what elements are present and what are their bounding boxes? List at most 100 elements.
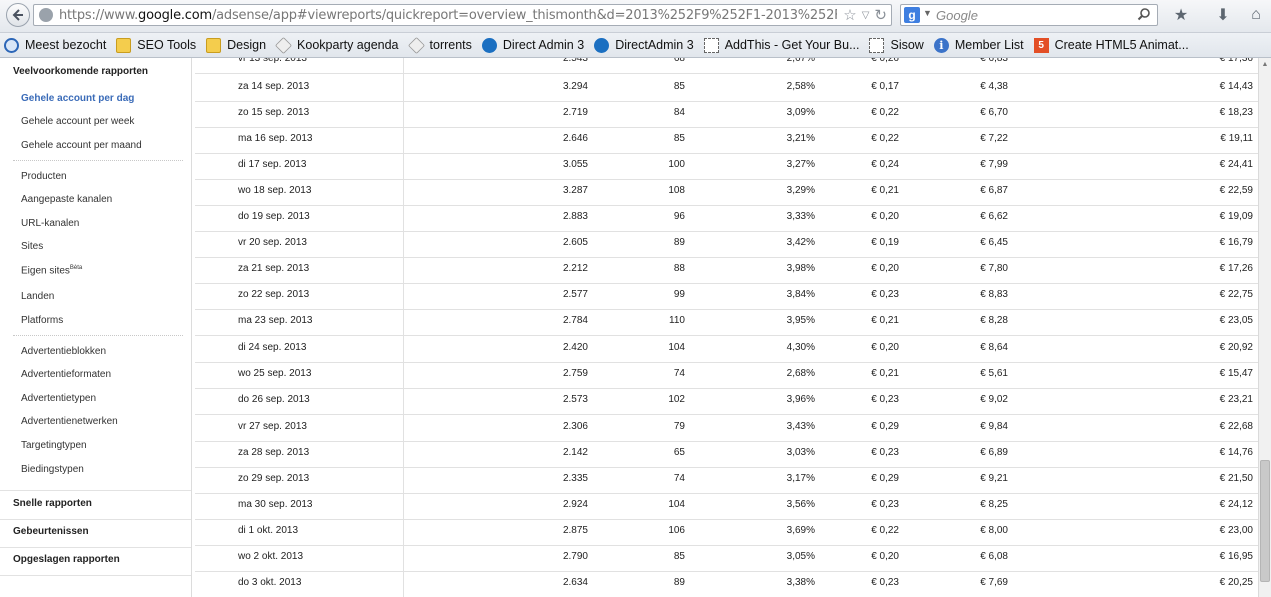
sidebar-item-custom-channels[interactable]: Aangepaste kanalen [21,194,112,205]
earnings-cell: € 14,76 [1219,447,1253,458]
bookmark-directadmin[interactable]: DirectAdmin 3 [594,37,694,53]
search-icon[interactable] [1137,7,1151,26]
bookmark-meest-bezocht[interactable]: Meest bezocht [4,37,106,53]
history-dropdown-icon[interactable]: ▽ [862,10,870,21]
bookmark-star-icon[interactable]: ☆ [843,6,856,24]
address-bar[interactable]: https://www.google.com/adsense/app#viewr… [33,4,892,26]
rpm-cell: € 6,08 [980,551,1008,562]
earnings-cell: € 16,79 [1219,237,1253,248]
sidebar-section-divider [0,490,191,491]
back-button[interactable] [6,3,30,27]
bookmark-kookparty[interactable]: Kookparty agenda [275,36,399,54]
sidebar-item-account-per-day[interactable]: Gehele account per dag [21,93,134,104]
common-reports-heading[interactable]: Veelvoorkomende rapporten [13,66,148,77]
tag-icon [407,36,425,54]
rpm-cell: € 8,28 [980,315,1008,326]
sidebar-item-ad-networks[interactable]: Advertentienetwerken [21,416,118,427]
sidebar-item-bid-types[interactable]: Biedingstypen [21,464,84,475]
rpm-cell: € 9,02 [980,394,1008,405]
bookmark-seo-tools[interactable]: SEO Tools [116,37,196,53]
saved-reports-heading[interactable]: Opgeslagen rapporten [13,554,120,565]
sidebar-item-sites[interactable]: Sites [21,241,43,252]
url-text: https://www.google.com/adsense/app#viewr… [59,8,837,23]
rpm-cell: € 6,62 [980,211,1008,222]
earnings-cell: € 24,12 [1219,499,1253,510]
earnings-cell: € 20,25 [1219,577,1253,588]
sidebar-section-divider [0,519,191,520]
sidebar-item-countries[interactable]: Landen [21,291,54,302]
earnings-cell: € 19,09 [1219,211,1253,222]
earnings-cell: € 17,26 [1219,263,1253,274]
earnings-cell: € 22,75 [1219,289,1253,300]
table-row: za 28 sep. 2013 2.142 65 3,03% € 0,23 € 6,89 €… [195,442,1258,468]
sidebar-item-targeting-types[interactable]: Targetingtypen [21,440,87,451]
browser-navbar: https://www.google.com/adsense/app#viewr… [0,0,1271,33]
search-engine-dropdown-icon[interactable]: ▼ [923,8,932,18]
home-icon[interactable]: ⌂ [1245,5,1267,25]
rpm-cell: € 9,21 [980,473,1008,484]
earnings-cell: € 14,43 [1219,81,1253,92]
bookmark-sisow[interactable]: Sisow [869,37,924,53]
table-row: do 19 sep. 2013 2.883 96 3,33% € 0,20 € 6,62 €… [195,206,1258,232]
rpm-cell: € 7,22 [980,133,1008,144]
page-scrollbar[interactable]: ▲ [1258,58,1271,597]
downloads-icon[interactable]: ⬇ [1212,5,1234,25]
sidebar-divider [13,335,183,336]
earnings-cell: € 18,23 [1219,107,1253,118]
table-row: ma 16 sep. 2013 2.646 85 3,21% € 0,22 € 7,22 €… [195,128,1258,154]
google-logo-icon[interactable]: g [904,7,920,23]
folder-icon [206,37,222,53]
info-icon: i [933,37,949,53]
table-row: do 3 okt. 2013 2.634 89 3,38% € 0,23 € 7,69 € … [195,572,1258,597]
bookmarks-menu-icon[interactable]: ★ [1170,5,1192,25]
table-row: di 17 sep. 2013 3.055 100 3,27% € 0,24 € 7,99… [195,154,1258,180]
reload-icon[interactable]: ↻ [874,6,887,24]
sidebar-section-divider [0,575,191,576]
back-arrow-icon [12,9,23,21]
page-content: Veelvoorkomende rapporten Gehele account… [0,58,1271,597]
globe-icon [39,8,53,22]
bookmark-torrents[interactable]: torrents [407,36,472,54]
page-icon [703,37,719,53]
quick-reports-heading[interactable]: Snelle rapporten [13,498,92,509]
sidebar-item-url-channels[interactable]: URL-kanalen [21,218,79,229]
bookmarks-toolbar: Meest bezocht SEO Tools Design Kookparty… [0,33,1271,58]
column-divider [403,58,404,597]
search-bar[interactable]: g ▼ Google [900,4,1158,26]
globe-icon [481,37,497,53]
sidebar-item-account-per-week[interactable]: Gehele account per week [21,116,134,127]
scroll-thumb[interactable] [1260,460,1270,582]
table-row: zo 22 sep. 2013 2.577 99 3,84% € 0,23 € 8,83 €… [195,284,1258,310]
rpm-cell: € 7,80 [980,263,1008,274]
rpm-cell: € 7,99 [980,159,1008,170]
sidebar-item-account-per-month[interactable]: Gehele account per maand [21,140,142,151]
sidebar-item-ad-types[interactable]: Advertentietypen [21,393,96,404]
bookmark-direct-admin[interactable]: Direct Admin 3 [481,37,584,53]
sidebar-item-own-sites[interactable]: Eigen sitesBèta [21,265,82,276]
earnings-cell: € 22,68 [1219,421,1253,432]
bookmark-member-list[interactable]: i Member List [933,37,1024,53]
sidebar-item-platforms[interactable]: Platforms [21,315,63,326]
sidebar-item-ad-units[interactable]: Advertentieblokken [21,346,106,357]
sidebar-item-products[interactable]: Producten [21,171,67,182]
earnings-cell: € 17,36 [1219,58,1253,64]
earnings-cell: € 20,92 [1219,342,1253,353]
page-icon [869,37,885,53]
bookmark-create-html5[interactable]: 5 Create HTML5 Animat... [1033,37,1189,53]
rpm-cell: € 6,87 [980,185,1008,196]
table-row: wo 18 sep. 2013 3.287 108 3,29% € 0,21 € 6,87… [195,180,1258,206]
scroll-up-icon[interactable]: ▲ [1260,60,1270,70]
table-row: zo 29 sep. 2013 2.335 74 3,17% € 0,29 € 9,21 €… [195,468,1258,494]
rpm-cell: € 8,00 [980,525,1008,536]
sidebar-item-ad-formats[interactable]: Advertentieformaten [21,369,111,380]
events-heading[interactable]: Gebeurtenissen [13,526,89,537]
bookmark-addthis[interactable]: AddThis - Get Your Bu... [703,37,859,53]
rpm-cell: € 6,89 [980,447,1008,458]
rpm-cell: € 8,25 [980,499,1008,510]
report-table: vr 13 sep. 2013 2.543 68 2,67% € 0,26 € 6,83 €… [195,58,1258,597]
folder-icon [116,37,132,53]
bookmark-design[interactable]: Design [206,37,266,53]
rpm-cell: € 6,83 [980,58,1008,64]
sidebar-divider [13,160,183,161]
rpm-cell: € 6,45 [980,237,1008,248]
